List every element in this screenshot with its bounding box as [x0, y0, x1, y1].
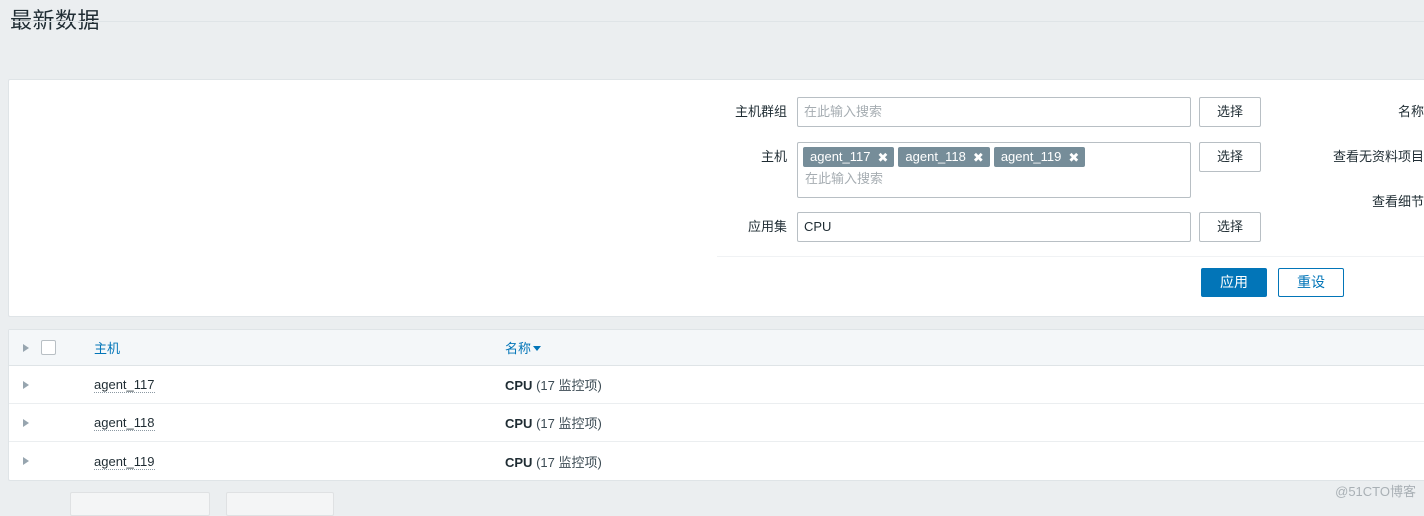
application-name: CPU [505, 378, 533, 393]
filter-row-application: 应用集 CPU 选择 [709, 212, 1261, 242]
filter-label-name: 名称 [1397, 104, 1424, 119]
header-cell-host: 主机 [83, 338, 503, 357]
host-chip-label: agent_119 [1000, 149, 1062, 164]
sort-by-name-link[interactable]: 名称 [505, 341, 531, 356]
expand-row-caret-icon[interactable] [23, 418, 29, 427]
host-menu-link[interactable]: agent_119 [94, 453, 155, 470]
sort-by-host-link[interactable]: 主机 [94, 341, 120, 356]
table-row: agent_117 CPU (17 监控项) [9, 366, 1424, 404]
filter-divider [717, 256, 1424, 257]
table-row: agent_119 CPU (17 监控项) [9, 442, 1424, 480]
table-header-row: 主机 名称 [9, 330, 1424, 366]
filter-label-show-details: 查看细节 [1371, 194, 1424, 209]
row-cell-name: CPU (17 监控项) [503, 452, 1424, 471]
page-header: 最新数据 [0, 0, 1424, 33]
row-cell-host: agent_119 [83, 453, 503, 470]
row-cell-host: agent_118 [83, 415, 503, 431]
row-expand-cell [9, 418, 41, 427]
host-chip-remove-icon[interactable]: ✖ [973, 151, 984, 164]
filter-label-host-group: 主机群组 [734, 104, 787, 119]
filter-row-hosts: 主机 agent_117 ✖ agent_118 ✖ agent_119 ✖ 在… [709, 142, 1261, 198]
host-chip[interactable]: agent_117 ✖ [803, 147, 895, 167]
host-chip[interactable]: agent_119 ✖ [993, 147, 1086, 167]
host-chip-remove-icon[interactable]: ✖ [878, 151, 889, 164]
application-item-count: (17 监控项) [536, 378, 602, 393]
filter-actions: 应用 重设 [1201, 268, 1344, 297]
filter-row-host-group: 主机群组 在此输入搜索 选择 [709, 97, 1261, 127]
expand-all-caret-icon[interactable] [23, 343, 29, 352]
host-group-search-input[interactable]: 在此输入搜索 [797, 97, 1191, 127]
apply-button[interactable]: 应用 [1201, 268, 1267, 297]
hosts-search-field[interactable]: 在此输入搜索 [803, 167, 1185, 191]
hosts-multiselect-input[interactable]: agent_117 ✖ agent_118 ✖ agent_119 ✖ 在此输入… [797, 142, 1191, 198]
title-divider [10, 21, 1424, 22]
application-item-count: (17 监控项) [536, 454, 602, 470]
hosts-chip-list: agent_117 ✖ agent_118 ✖ agent_119 ✖ [803, 147, 1185, 167]
header-checkbox-cell [41, 340, 83, 355]
host-menu-link[interactable]: agent_117 [94, 377, 155, 393]
host-chip-remove-icon[interactable]: ✖ [1068, 151, 1079, 164]
filter-label-application: 应用集 [747, 219, 787, 234]
application-input[interactable]: CPU [797, 212, 1191, 242]
header-expand-cell [9, 343, 41, 352]
select-all-checkbox[interactable] [41, 340, 56, 355]
expand-row-caret-icon[interactable] [23, 457, 29, 465]
latest-data-table: 主机 名称 agent_117 CPU (17 监控项) agent_118 C… [8, 329, 1424, 481]
row-cell-name: CPU (17 监控项) [503, 375, 1424, 394]
sort-descending-icon [533, 346, 542, 351]
filter-label-show-items-without-data: 查看无资料项目 [1332, 149, 1424, 164]
row-cell-name: CPU (17 监控项) [503, 413, 1424, 432]
row-expand-cell [9, 457, 41, 465]
host-chip[interactable]: agent_118 ✖ [898, 147, 990, 167]
expand-row-caret-icon[interactable] [23, 380, 29, 389]
application-name: CPU [505, 454, 533, 470]
bulk-action-button-2[interactable] [226, 492, 334, 516]
watermark: @51CTO博客 [1335, 484, 1416, 499]
host-chip-label: agent_118 [905, 149, 966, 164]
application-item-count: (17 监控项) [536, 416, 602, 431]
host-menu-link[interactable]: agent_118 [94, 415, 155, 431]
row-cell-host: agent_117 [83, 377, 503, 393]
table-bulk-actions [70, 492, 334, 516]
application-select-button[interactable]: 选择 [1199, 212, 1261, 242]
host-group-select-button[interactable]: 选择 [1199, 97, 1261, 127]
bulk-action-button-1[interactable] [70, 492, 210, 516]
hosts-select-button[interactable]: 选择 [1199, 142, 1261, 172]
table-row: agent_118 CPU (17 监控项) [9, 404, 1424, 442]
filter-label-hosts: 主机 [760, 149, 787, 164]
header-cell-name: 名称 [503, 338, 1424, 357]
application-name: CPU [505, 416, 533, 431]
row-expand-cell [9, 380, 41, 389]
host-chip-label: agent_117 [810, 149, 871, 164]
reset-button[interactable]: 重设 [1278, 268, 1344, 297]
